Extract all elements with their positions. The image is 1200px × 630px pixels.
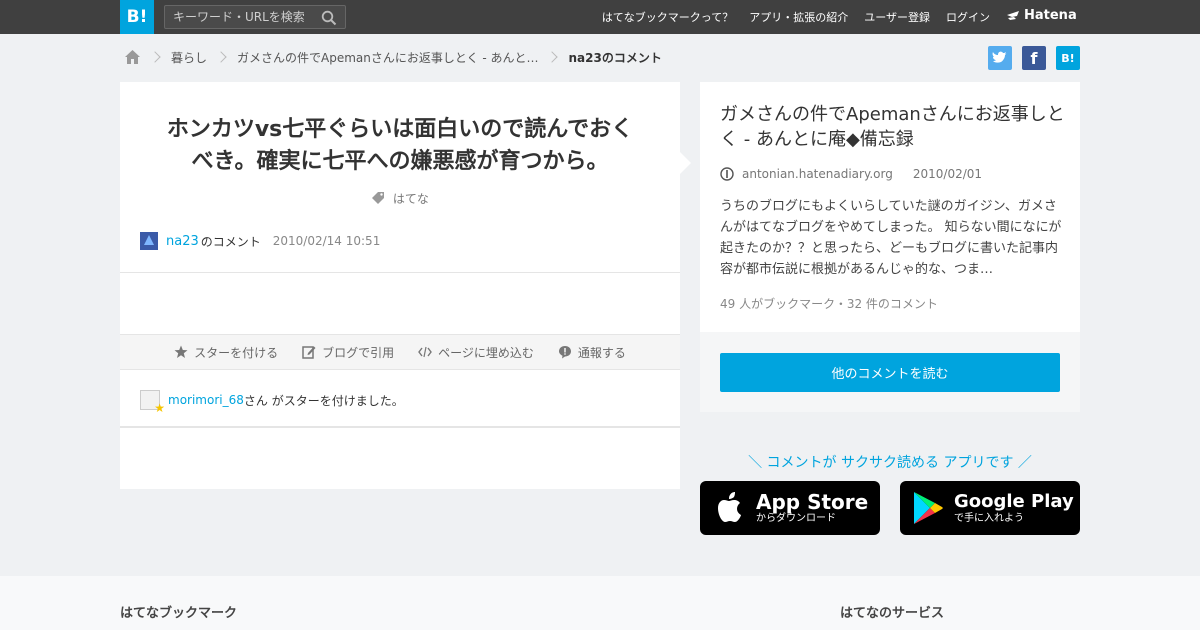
report-button[interactable]: 通報する (558, 344, 626, 361)
star-icon (174, 345, 188, 358)
star-user-link[interactable]: morimori_68 (168, 393, 244, 407)
app-store-button[interactable]: App Store からダウンロード (700, 481, 880, 535)
quote-in-blog-button[interactable]: ブログで引用 (302, 344, 394, 361)
google-play-button[interactable]: Google Play で手に入れよう (900, 481, 1080, 535)
site-favicon-icon (720, 167, 734, 181)
embed-label: ページに埋め込む (438, 345, 534, 360)
edit-icon (302, 346, 316, 359)
entry-domain[interactable]: antonian.hatenadiary.org (742, 167, 893, 181)
twitter-share-button[interactable] (988, 46, 1012, 70)
divider (120, 426, 680, 428)
top-nav: はてなブックマークって？ アプリ・拡張の紹介 ユーザー登録 ログイン (602, 0, 990, 34)
entry-stats[interactable]: 49 人がブックマーク・32 件のコメント (720, 295, 938, 312)
comment-suffix: のコメント (200, 234, 261, 249)
footer: はてなブックマーク はてなのサービス (0, 576, 1200, 630)
entry-title[interactable]: ガメさんの件でApemanさんにお返事しとく - あんとに庵◆備忘録 (720, 102, 1065, 152)
star-icon: ★ (154, 401, 165, 415)
add-star-label: スターを付ける (194, 345, 279, 360)
app-store-label: App Store (756, 490, 869, 514)
breadcrumb-entry[interactable]: ガメさんの件でApemanさんにお返事しとく - あんと… (237, 49, 538, 66)
hatena-bookmark-logo[interactable]: B! (120, 0, 154, 34)
app-promo-text: ＼ コメントが サクサク読める アプリです ／ (748, 455, 1032, 471)
hatena-bird-icon (1007, 10, 1019, 20)
facebook-share-button[interactable]: f (1022, 46, 1046, 70)
home-icon[interactable] (124, 49, 141, 65)
comment-actions: スターを付ける ブログで引用 ページに埋め込む 通報する (120, 334, 680, 370)
share-buttons: f B! (988, 46, 1080, 70)
hatena-bookmark-icon: B! (1061, 51, 1075, 65)
comment-author: na23 のコメント 2010/02/14 10:51 (140, 232, 380, 250)
tag-icon (372, 192, 385, 204)
nav-about[interactable]: はてなブックマークって？ (602, 9, 733, 25)
chevron-right-icon (149, 51, 161, 63)
search-box[interactable] (164, 5, 346, 29)
tag-label: はてな (392, 192, 429, 206)
top-bar: B! はてなブックマークって？ アプリ・拡張の紹介 ユーザー登録 ログイン Ha… (0, 0, 1200, 34)
nav-signup[interactable]: ユーザー登録 (864, 9, 930, 25)
hatena-brand-link[interactable]: Hatena (1006, 8, 1077, 23)
twitter-icon (992, 51, 1007, 63)
entry-date: 2010/02/01 (912, 167, 983, 181)
app-store-sublabel: からダウンロード (756, 513, 836, 524)
nav-login[interactable]: ログイン (946, 9, 990, 25)
star-notice-text: さん がスターを付けました。 (243, 393, 404, 408)
google-play-sublabel: で手に入れよう (954, 513, 1024, 524)
read-other-comments-button[interactable]: 他のコメントを読む (720, 353, 1060, 392)
nav-apps[interactable]: アプリ・拡張の紹介 (749, 9, 848, 25)
footer-heading-services: はてなのサービス (840, 606, 945, 621)
hatena-brand-text: Hatena (1024, 8, 1077, 23)
facebook-icon: f (1030, 48, 1038, 68)
comment-timestamp[interactable]: 2010/02/14 10:51 (273, 234, 381, 248)
comment-text: ホンカツvs七平ぐらいは面白いので読んでおくべき。確実に七平への嫌悪感が育つから… (166, 117, 634, 174)
footer-heading-bookmark: はてなブックマーク (120, 606, 238, 621)
embed-button[interactable]: ページに埋め込む (418, 344, 534, 361)
user-avatar[interactable] (140, 232, 158, 250)
card-pointer (680, 152, 691, 174)
breadcrumb-current: na23のコメント (568, 50, 662, 65)
search-icon[interactable] (321, 10, 337, 26)
breadcrumb: 暮らし ガメさんの件でApemanさんにお返事しとく - あんと… na23のコ… (124, 46, 662, 68)
divider (120, 272, 680, 273)
star-notice: ★ morimori_68 さん がスターを付けました。 (140, 390, 404, 415)
search-input[interactable] (165, 6, 315, 28)
chevron-right-icon (546, 51, 559, 63)
google-play-label: Google Play (954, 491, 1074, 512)
quote-in-blog-label: ブログで引用 (322, 345, 395, 360)
breadcrumb-category[interactable]: 暮らし (171, 49, 207, 66)
star-user-avatar[interactable]: ★ (140, 390, 165, 415)
chevron-right-icon (215, 51, 227, 63)
entry-excerpt: うちのブログにもよくいらしていた謎のガイジン、ガメさんがはてなブログをやめてしま… (720, 199, 1062, 277)
code-icon (418, 346, 432, 358)
entry-meta: antonian.hatenadiary.org 2010/02/01 (720, 167, 982, 181)
user-name-link[interactable]: na23 (166, 234, 199, 249)
alert-icon (558, 346, 571, 359)
more-comments-area: 他のコメントを読む (700, 332, 1080, 412)
comment-tag[interactable]: はてな (120, 190, 680, 207)
entry-card: ガメさんの件でApemanさんにお返事しとく - あんとに庵◆備忘録 anton… (700, 82, 1080, 332)
google-play-icon (914, 492, 943, 524)
add-star-button[interactable]: スターを付ける (174, 344, 278, 361)
report-label: 通報する (577, 345, 626, 360)
hatena-share-button[interactable]: B! (1056, 46, 1080, 70)
comment-card: ホンカツvs七平ぐらいは面白いので読んでおくべき。確実に七平への嫌悪感が育つから… (120, 82, 680, 489)
apple-icon (718, 492, 741, 522)
